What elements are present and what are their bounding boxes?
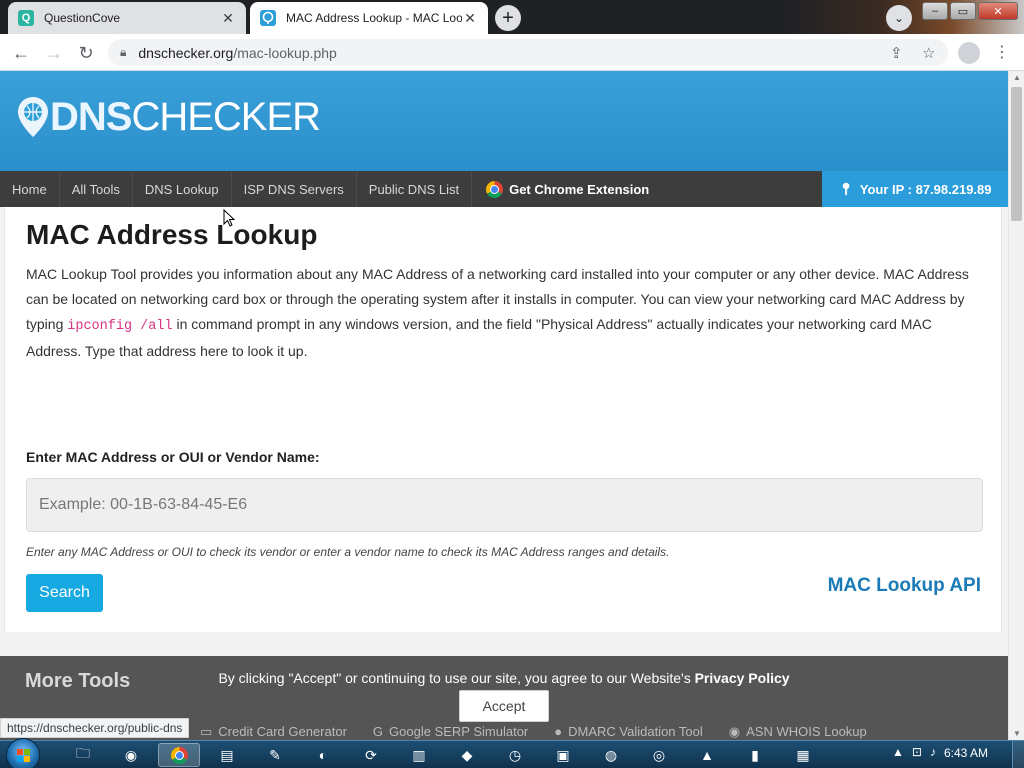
input-helper-text: Enter any MAC Address or OUI to check it… [26, 545, 670, 559]
url-path: /mac-lookup.php [233, 44, 337, 61]
privacy-policy-link[interactable]: Privacy Policy [695, 670, 790, 686]
accept-cookies-button[interactable]: Accept [459, 690, 549, 722]
remote-desktop-icon[interactable]: ▦ [782, 743, 824, 767]
questioncove-favicon-icon: Q [18, 10, 34, 26]
file-explorer-icon[interactable]: 🗀︎ [62, 743, 104, 767]
close-window-button[interactable]: ✕ [978, 2, 1018, 20]
share-icon[interactable]: ⇪ [890, 44, 903, 62]
forward-arrow-icon[interactable]: → [42, 41, 66, 65]
nav-get-chrome-extension[interactable]: Get Chrome Extension [472, 171, 661, 207]
chrome-logo-icon [170, 746, 188, 764]
chrome-taskbar-icon[interactable] [158, 743, 200, 767]
site-navigation: Home All Tools DNS Lookup ISP DNS Server… [0, 171, 1008, 207]
network-icon[interactable]: ⊡ [912, 745, 922, 759]
mac-address-input[interactable] [26, 478, 983, 532]
back-arrow-icon[interactable]: ← [9, 41, 33, 65]
ipconfig-code: ipconfig /all [67, 319, 173, 334]
sync-icon[interactable]: ⟳ [350, 743, 392, 767]
chrome-logo-icon [486, 180, 504, 198]
paint-icon[interactable]: ✎ [254, 743, 296, 767]
dnschecker-favicon-icon [260, 10, 276, 26]
clock-app-icon[interactable]: ◷ [494, 743, 536, 767]
mouse-cursor-icon [223, 209, 235, 227]
address-bar[interactable]: 🔒︎ dnschecker.org/mac-lookup.php [108, 39, 948, 66]
page-viewport: DNSCHECKER Home All Tools DNS Lookup ISP… [0, 71, 1008, 740]
chrome-extension-label: Get Chrome Extension [509, 181, 650, 197]
mac-input-label: Enter MAC Address or OUI or Vendor Name: [26, 449, 320, 465]
scroll-down-arrow-icon[interactable]: ▼ [1013, 729, 1021, 738]
logo-wordmark: DNSCHECKER [50, 95, 321, 139]
lock-icon[interactable]: 🔒︎ [120, 45, 126, 60]
notes-icon[interactable]: ▤ [206, 743, 248, 767]
cookie-text: By clicking "Accept" or continuing to us… [218, 670, 695, 686]
nav-home[interactable]: Home [0, 171, 60, 207]
new-tab-button[interactable]: + [495, 5, 521, 31]
tab-search-chevron-icon[interactable]: ⌄ [886, 5, 912, 31]
volume-icon[interactable]: ♪ [930, 745, 936, 759]
logo-dns-text: DNS [50, 95, 132, 139]
scrollbar-thumb[interactable] [1011, 87, 1022, 221]
bookmark-star-icon[interactable]: ☆ [922, 44, 935, 62]
page-scrollbar[interactable]: ▲ ▼ [1008, 71, 1024, 740]
main-content-card: MAC Address Lookup MAC Lookup Tool provi… [4, 207, 1002, 632]
search-button[interactable]: Search [26, 574, 103, 612]
tab-title: MAC Address Lookup - MAC Loo [286, 11, 462, 25]
mac-lookup-api-link[interactable]: MAC Lookup API [828, 575, 981, 597]
browser-tab-questioncove[interactable]: Q QuestionCove ✕ [8, 2, 246, 34]
your-ip-text: Your IP : 87.98.219.89 [859, 181, 992, 197]
nav-isp-dns-servers[interactable]: ISP DNS Servers [232, 171, 357, 207]
globe-app-icon[interactable]: ◍ [590, 743, 632, 767]
system-tray: ▲ ⊡ ♪ [892, 745, 936, 759]
media-player-icon[interactable]: ◐ [302, 743, 344, 767]
document-icon[interactable]: ▥ [398, 743, 440, 767]
tray-expand-icon[interactable]: ▲ [892, 745, 904, 759]
intro-paragraph: MAC Lookup Tool provides you information… [26, 262, 976, 364]
firefox-icon[interactable]: ◉ [110, 743, 152, 767]
network-tool-icon[interactable]: ◆ [446, 743, 488, 767]
minimize-button[interactable]: – [922, 2, 948, 20]
browser-menu-icon[interactable]: ⋮ [994, 42, 1010, 62]
taskbar-pinned-apps: 🗀︎ ◉ ▤ ✎ ◐ ⟳ ▥ ◆ ◷ ▣ ◍ ◎ ▲ ▮ ▦ [62, 743, 824, 767]
cookie-message: By clicking "Accept" or continuing to us… [0, 670, 1008, 686]
taskbar-clock[interactable]: 6:43 AM [944, 746, 988, 760]
browser-tab-strip: Q QuestionCove ✕ MAC Address Lookup - MA… [0, 0, 1024, 34]
link-hover-status: https://dnschecker.org/public-dns [0, 718, 190, 738]
command-prompt-icon[interactable]: ▮ [734, 743, 776, 767]
show-desktop-button[interactable] [1012, 741, 1024, 768]
image-viewer-icon[interactable]: ▣ [542, 743, 584, 767]
logo-checker-text: CHECKER [131, 95, 321, 139]
network-app-icon[interactable]: ◎ [638, 743, 680, 767]
dnschecker-logo[interactable]: DNSCHECKER [16, 95, 321, 139]
close-tab-icon[interactable]: ✕ [220, 10, 236, 27]
close-tab-icon[interactable]: ✕ [462, 10, 478, 27]
location-pin-icon: 📍︎ [838, 182, 854, 196]
tab-title: QuestionCove [44, 11, 121, 25]
url-host: dnschecker.org [138, 44, 234, 61]
profile-avatar-icon[interactable] [958, 42, 980, 64]
reload-icon[interactable]: ↻ [74, 41, 98, 65]
windows-start-icon[interactable] [6, 738, 40, 768]
browser-toolbar: ← → ↻ 🔒︎ dnschecker.org/mac-lookup.php ⇪… [0, 34, 1024, 71]
scroll-up-arrow-icon[interactable]: ▲ [1013, 73, 1021, 82]
your-ip-box: 📍︎ Your IP : 87.98.219.89 [822, 171, 1008, 207]
page-title: MAC Address Lookup [26, 219, 318, 250]
globe-pin-icon [16, 95, 50, 139]
vlc-icon[interactable]: ▲ [686, 743, 728, 767]
nav-public-dns-list[interactable]: Public DNS List [357, 171, 473, 207]
nav-dns-lookup[interactable]: DNS Lookup [133, 171, 232, 207]
nav-all-tools[interactable]: All Tools [60, 171, 133, 207]
maximize-button[interactable]: ▭ [950, 2, 976, 20]
window-controls: – ▭ ✕ [922, 2, 1018, 20]
windows-taskbar: 🗀︎ ◉ ▤ ✎ ◐ ⟳ ▥ ◆ ◷ ▣ ◍ ◎ ▲ ▮ ▦ ▲ ⊡ ♪ 6:4… [0, 738, 1024, 768]
site-header: DNSCHECKER [0, 71, 1008, 171]
browser-tab-mac-lookup[interactable]: MAC Address Lookup - MAC Loo ✕ [250, 2, 488, 34]
